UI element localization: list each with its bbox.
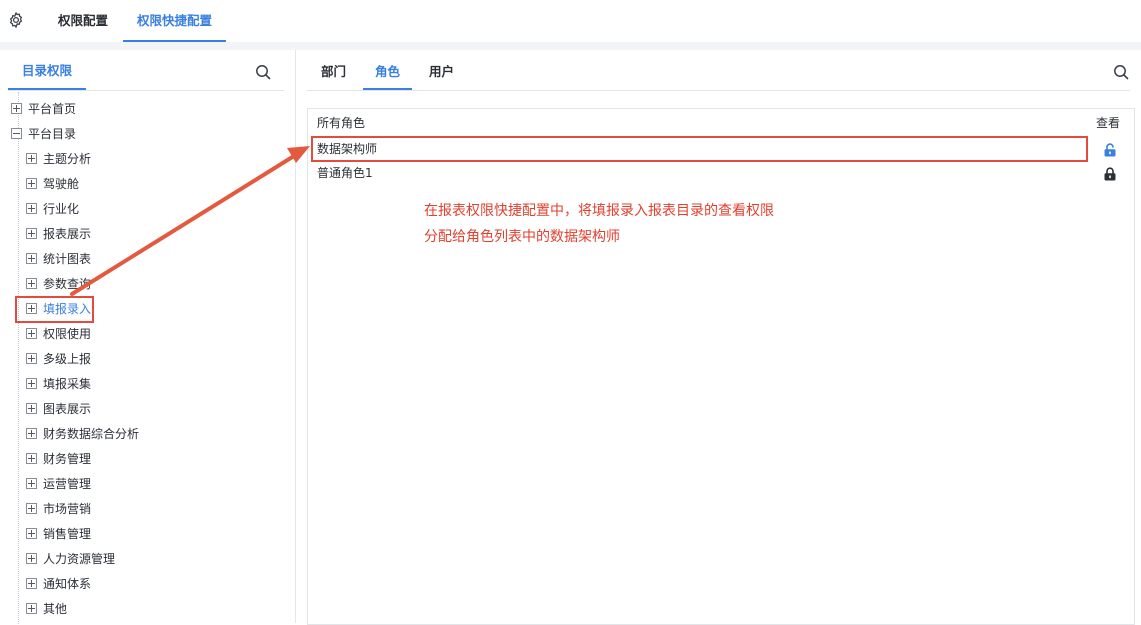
tab-role[interactable]: 角色 (363, 50, 413, 90)
top-bar: 权限配置 权限快捷配置 (0, 0, 1141, 43)
tree-node-statistic-chart[interactable]: 统计图表 (26, 247, 91, 272)
tree-node-label: 通知体系 (43, 577, 92, 591)
role-table: 所有角色 查看 数据架构师 普通角色1 (307, 108, 1135, 625)
expand-plus-icon[interactable] (26, 553, 37, 564)
tree-node-label: 填报采集 (43, 377, 92, 391)
role-name: 普通角色1 (317, 166, 373, 180)
column-header-all-roles: 所有角色 (317, 116, 366, 130)
tab-department[interactable]: 部门 (321, 50, 346, 90)
header-divider-band (0, 42, 1141, 50)
expand-plus-icon[interactable] (26, 603, 37, 614)
tree-node-theme-analysis[interactable]: 主题分析 (26, 147, 91, 172)
tree-node-label: 平台目录 (28, 127, 77, 141)
role-permission-panel: 部门 角色 用户 所有角色 查看 数据架构师 普通角色1 (296, 50, 1141, 625)
tree-guide-line (18, 92, 19, 624)
column-header-view[interactable]: 查看 (1096, 109, 1120, 136)
expand-plus-icon[interactable] (26, 503, 37, 514)
tree-node-notification-system[interactable]: 通知体系 (26, 572, 91, 597)
tree-node-label: 统计图表 (43, 252, 92, 266)
right-tab-underline (307, 90, 1130, 91)
tree-node-label: 其他 (43, 602, 68, 616)
tab-permission-quick-config[interactable]: 权限快捷配置 (123, 0, 227, 42)
expand-plus-icon[interactable] (26, 228, 37, 239)
annotation-text-line-1: 在报表权限快捷配置中，将填报录入报表目录的查看权限 (424, 203, 774, 219)
table-row[interactable]: 数据架构师 (308, 137, 1134, 161)
tree-node-label: 驾驶舱 (43, 177, 80, 191)
expand-plus-icon[interactable] (26, 478, 37, 489)
search-icon[interactable] (1113, 64, 1129, 80)
tree-node-label: 财务管理 (43, 452, 92, 466)
tab-permission-config[interactable]: 权限配置 (58, 0, 108, 42)
tree-node-label: 报表展示 (43, 227, 92, 241)
tree-node-fill-collection[interactable]: 填报采集 (26, 372, 91, 397)
tree-node-parameter-query[interactable]: 参数查询 (26, 272, 91, 297)
tree-node-permission-use[interactable]: 权限使用 (26, 322, 91, 347)
tree-node-label: 多级上报 (43, 352, 92, 366)
left-tab-underline (8, 90, 284, 91)
expand-plus-icon[interactable] (26, 303, 37, 314)
tree-node-label: 销售管理 (43, 527, 92, 541)
tree-node-finance-analysis[interactable]: 财务数据综合分析 (26, 422, 139, 447)
collapse-minus-icon[interactable] (11, 128, 22, 139)
tree-node-industry[interactable]: 行业化 (26, 197, 79, 222)
tree-node-finance-management[interactable]: 财务管理 (26, 447, 91, 472)
tree-node-label: 行业化 (43, 202, 80, 216)
expand-plus-icon[interactable] (26, 153, 37, 164)
tree-node-multi-level-report[interactable]: 多级上报 (26, 347, 91, 372)
tree-node-report-display[interactable]: 报表展示 (26, 222, 91, 247)
expand-plus-icon[interactable] (26, 178, 37, 189)
tree-node-label: 运营管理 (43, 477, 92, 491)
gear-icon[interactable] (7, 11, 25, 29)
lock-icon[interactable] (1104, 165, 1116, 181)
tree-node-other[interactable]: 其他 (26, 597, 67, 622)
tree-node-fill-entry[interactable]: 填报录入 (26, 297, 91, 322)
expand-plus-icon[interactable] (26, 253, 37, 264)
tree-node-label: 参数查询 (43, 277, 92, 291)
expand-plus-icon[interactable] (26, 378, 37, 389)
tree-node-marketing[interactable]: 市场营销 (26, 497, 91, 522)
tree-node-cockpit[interactable]: 驾驶舱 (26, 172, 79, 197)
tree-node-sales-management[interactable]: 销售管理 (26, 522, 91, 547)
expand-plus-icon[interactable] (26, 453, 37, 464)
table-row[interactable]: 普通角色1 (308, 161, 1134, 185)
tree-node-label: 平台首页 (28, 102, 77, 116)
expand-plus-icon[interactable] (26, 328, 37, 339)
role-name: 数据架构师 (317, 142, 378, 156)
directory-permission-panel: 目录权限 平台首页 平台目录 主题分析 驾驶舱 行业化 报表展示 统计图表 参数… (0, 50, 296, 624)
search-icon[interactable] (255, 64, 271, 80)
expand-plus-icon[interactable] (26, 278, 37, 289)
tab-user[interactable]: 用户 (429, 50, 454, 90)
expand-plus-icon[interactable] (26, 353, 37, 364)
annotation-text-line-2: 分配给角色列表中的数据架构师 (424, 229, 620, 245)
expand-plus-icon[interactable] (26, 203, 37, 214)
tab-directory-permission[interactable]: 目录权限 (8, 50, 87, 90)
tree-node-label: 填报录入 (43, 302, 92, 316)
expand-plus-icon[interactable] (26, 428, 37, 439)
unlock-icon[interactable] (1104, 141, 1116, 157)
tree-node-label: 财务数据综合分析 (43, 427, 140, 441)
tree-node-platform-home[interactable]: 平台首页 (11, 97, 76, 122)
expand-plus-icon[interactable] (26, 528, 37, 539)
tree-node-label: 图表展示 (43, 402, 92, 416)
tree-node-hr-management[interactable]: 人力资源管理 (26, 547, 115, 572)
tree-node-chart-display[interactable]: 图表展示 (26, 397, 91, 422)
tree-node-platform-directory[interactable]: 平台目录 (11, 122, 76, 147)
expand-plus-icon[interactable] (11, 103, 22, 114)
tree-node-label: 人力资源管理 (43, 552, 116, 566)
tree-node-label: 主题分析 (43, 152, 92, 166)
expand-plus-icon[interactable] (26, 403, 37, 414)
tree-node-label: 市场营销 (43, 502, 92, 516)
expand-plus-icon[interactable] (26, 578, 37, 589)
tree-node-label: 权限使用 (43, 327, 92, 341)
tree-node-operation-management[interactable]: 运营管理 (26, 472, 91, 497)
